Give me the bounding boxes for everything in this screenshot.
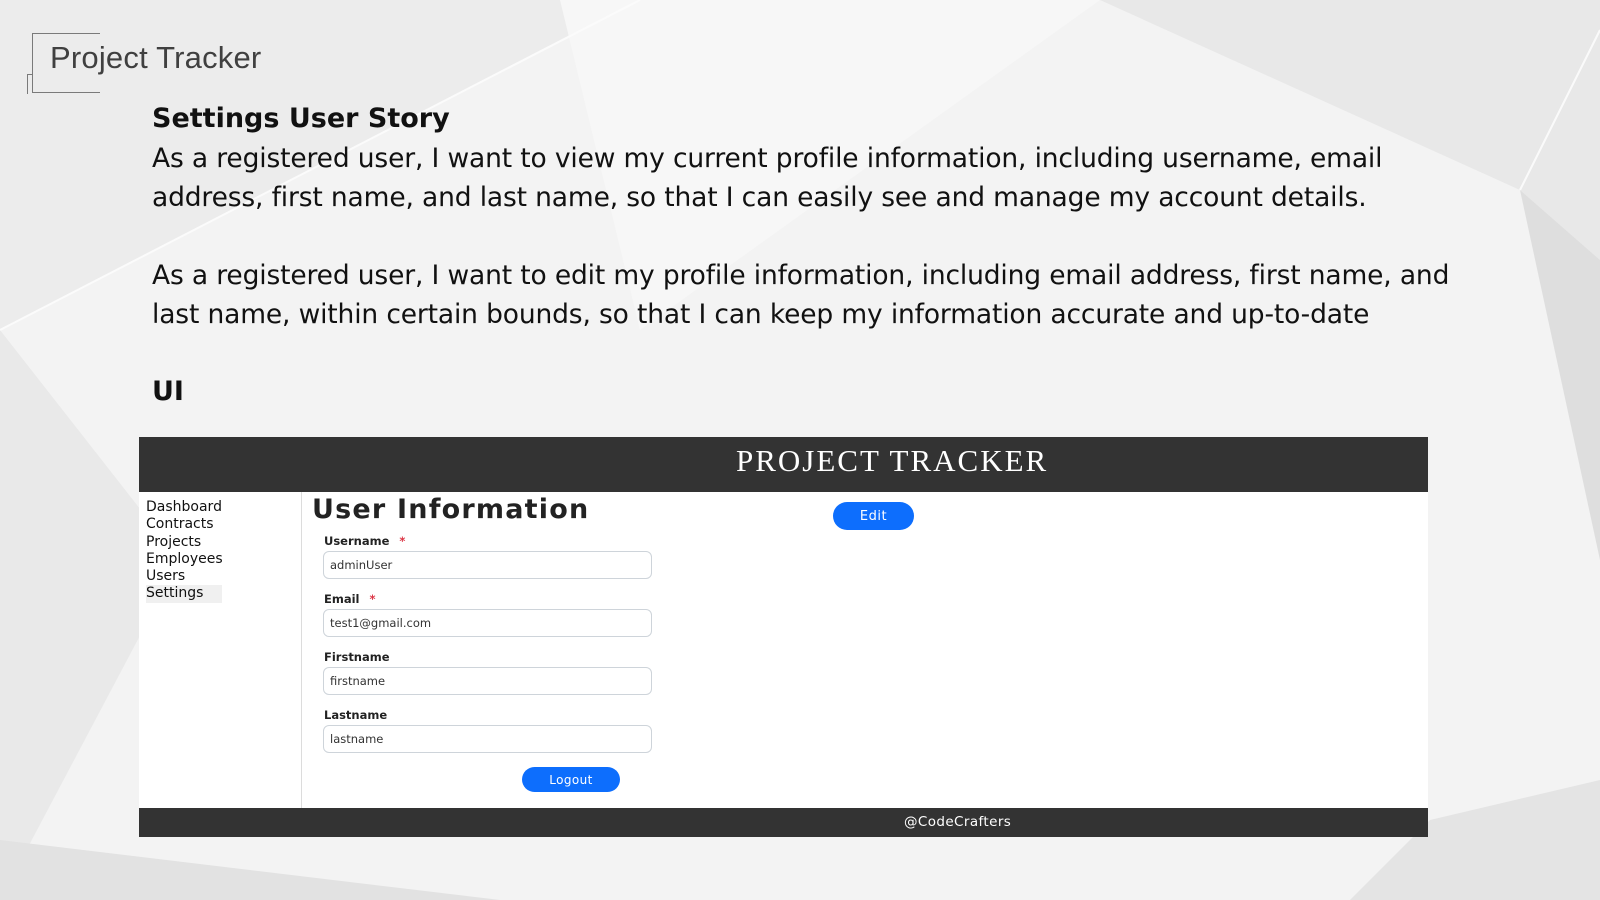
page-title: User Information: [312, 494, 590, 525]
required-marker: *: [399, 534, 406, 548]
required-marker: *: [369, 592, 376, 606]
username-field[interactable]: [323, 551, 652, 579]
email-field[interactable]: [323, 609, 652, 637]
sidebar-item-settings[interactable]: Settings: [146, 585, 222, 603]
app-brand: PROJECT TRACKER: [736, 443, 1049, 478]
email-label-text: Email: [324, 592, 360, 606]
app-screenshot: PROJECT TRACKER Dashboard Contracts Proj…: [139, 437, 1428, 837]
story-paragraph-view: As a registered user, I want to view my …: [152, 143, 1383, 213]
sidebar-item-employees[interactable]: Employees: [146, 551, 301, 568]
firstname-label: Firstname: [324, 650, 390, 664]
username-label: Username *: [324, 534, 405, 548]
firstname-field[interactable]: [323, 667, 652, 695]
story-heading: Settings User Story: [152, 103, 450, 134]
email-label: Email *: [324, 592, 376, 606]
sidebar-item-dashboard[interactable]: Dashboard: [146, 499, 301, 516]
username-label-text: Username: [324, 534, 390, 548]
ui-heading: UI: [152, 376, 184, 407]
sidebar-item-projects[interactable]: Projects: [146, 534, 301, 551]
app-footer: @CodeCrafters: [139, 808, 1428, 837]
edit-button[interactable]: Edit: [833, 502, 914, 530]
user-story: Settings User Story As a registered user…: [152, 102, 1472, 334]
sidebar-item-contracts[interactable]: Contracts: [146, 516, 301, 533]
lastname-label: Lastname: [324, 708, 388, 722]
main-content: User Information Edit Username * Email * F…: [302, 492, 1428, 808]
app-header: PROJECT TRACKER: [139, 437, 1428, 492]
sidebar-item-users[interactable]: Users: [146, 568, 301, 585]
slide-title: Project Tracker: [50, 40, 262, 75]
footer-credit: @CodeCrafters: [904, 814, 1012, 830]
logout-button[interactable]: Logout: [522, 767, 620, 792]
story-paragraph-edit: As a registered user, I want to edit my …: [152, 260, 1450, 330]
lastname-field[interactable]: [323, 725, 652, 753]
sidebar: Dashboard Contracts Projects Employees U…: [139, 492, 302, 808]
